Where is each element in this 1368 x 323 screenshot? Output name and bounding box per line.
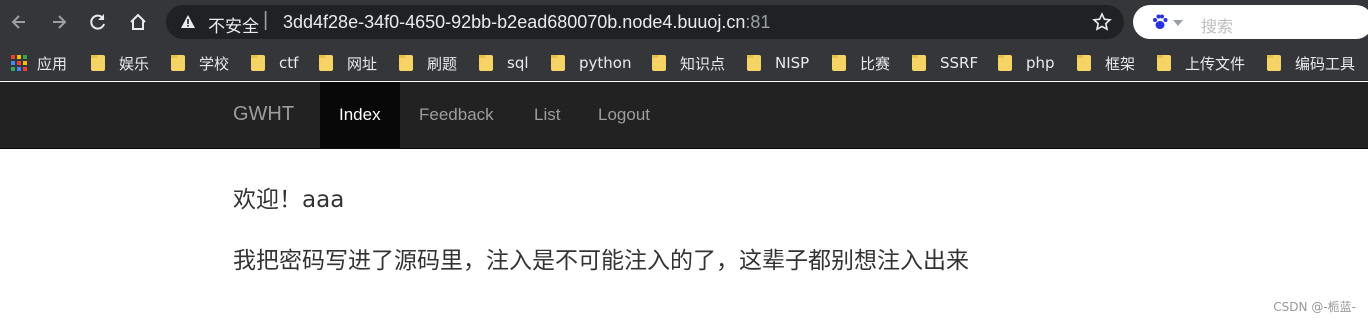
folder-icon [1077,55,1091,71]
address-separator: | [263,9,269,31]
bookmark-label: SSRF [940,54,979,72]
folder-icon [832,55,846,71]
folder-icon [171,55,185,71]
bookmark-label: python [579,54,632,72]
bookmark-folder[interactable]: 网址 [319,53,377,73]
bookmark-label: 上传文件 [1185,54,1246,73]
folder-icon [479,55,493,71]
bookmark-label: php [1026,54,1055,72]
folder-icon [747,55,761,71]
search-box[interactable]: 搜索 [1133,5,1368,39]
nav-item-list[interactable]: List [515,82,579,148]
bookmark-label: 编码工具 [1295,54,1356,73]
nav-item-logout[interactable]: Logout [579,82,669,148]
navbar-brand[interactable]: GWHT [233,103,294,126]
bookmark-folder[interactable]: 比赛 [832,53,890,73]
chevron-down-icon[interactable] [1173,20,1183,26]
home-icon [130,13,146,30]
warning-icon[interactable] [180,14,196,30]
home-button[interactable] [124,8,152,36]
bookmark-folder[interactable]: 娱乐 [91,53,149,73]
bookmark-label: 框架 [1105,54,1136,73]
bookmark-folder[interactable]: php [998,53,1055,73]
folder-icon [91,55,105,71]
bookmark-folder[interactable]: python [551,53,631,73]
forward-button[interactable] [45,8,73,36]
bookmark-label: NISP [775,54,810,72]
folder-icon [551,55,565,71]
bookmark-label: ctf [279,54,299,72]
nav-item-feedback[interactable]: Feedback [400,82,513,148]
bookmarks-bar: 应用 娱乐 学校 ctf 网址 刷题 sql python 知识点 NISP 比… [0,44,1368,81]
site-navbar: GWHT Index Feedback List Logout [0,82,1368,149]
reload-icon [90,14,105,30]
back-button[interactable] [5,8,33,36]
bookmark-label: 学校 [199,54,230,73]
bookmark-folder[interactable]: 刷题 [399,53,457,73]
bookmark-folder[interactable]: SSRF [912,53,978,73]
bookmark-label: sql [507,54,529,72]
bookmark-label: 知识点 [680,54,726,73]
url-port: :81 [745,12,771,32]
reload-button[interactable] [84,8,112,36]
bookmark-label: 网址 [347,54,378,73]
bookmark-folder[interactable]: 学校 [171,53,229,73]
back-arrow-icon [11,15,25,29]
welcome-text: 欢迎！aaa [233,187,345,213]
url-text[interactable]: 3dd4f28e-34f0-4650-92bb-b2ead680070b.nod… [283,12,770,33]
bookmark-apps[interactable]: 应用 [11,53,67,73]
folder-icon [1157,55,1171,71]
bookmark-folder[interactable]: ctf [251,53,298,73]
baidu-paw-icon [1153,14,1168,29]
bookmark-folder[interactable]: sql [479,53,529,73]
nav-item-index[interactable]: Index [320,82,400,148]
apps-grid-icon [11,55,27,71]
browser-toolbar: 不安全 | 3dd4f28e-34f0-4650-92bb-b2ead68007… [0,0,1368,44]
folder-icon [251,55,265,71]
search-placeholder: 搜索 [1201,17,1234,36]
folder-icon [399,55,413,71]
bookmark-folder[interactable]: 上传文件 [1157,53,1245,73]
message-text: 我把密码写进了源码里，注入是不可能注入的了，这辈子都别想注入出来 [233,248,969,274]
bookmark-label: 比赛 [860,54,891,73]
bookmark-folder[interactable]: 知识点 [652,53,725,73]
security-label[interactable]: 不安全 [208,12,259,37]
bookmark-label: 刷题 [427,54,458,73]
folder-icon [998,55,1012,71]
folder-icon [652,55,666,71]
url-host: 3dd4f28e-34f0-4650-92bb-b2ead680070b.nod… [283,12,746,32]
folder-icon [1267,55,1281,71]
folder-icon [912,55,926,71]
bookmark-label: 娱乐 [119,54,150,73]
folder-icon [319,55,333,71]
bookmark-folder[interactable]: 框架 [1077,53,1135,73]
watermark: CSDN @-栀蓝- [1273,300,1356,314]
bookmark-folder[interactable]: 编码工具 [1267,53,1355,73]
bookmark-label: 应用 [37,54,68,73]
star-icon[interactable] [1092,12,1112,32]
bookmark-folder[interactable]: NISP [747,53,809,73]
forward-arrow-icon [53,15,67,29]
address-bar[interactable]: 不安全 | 3dd4f28e-34f0-4650-92bb-b2ead68007… [166,5,1124,39]
